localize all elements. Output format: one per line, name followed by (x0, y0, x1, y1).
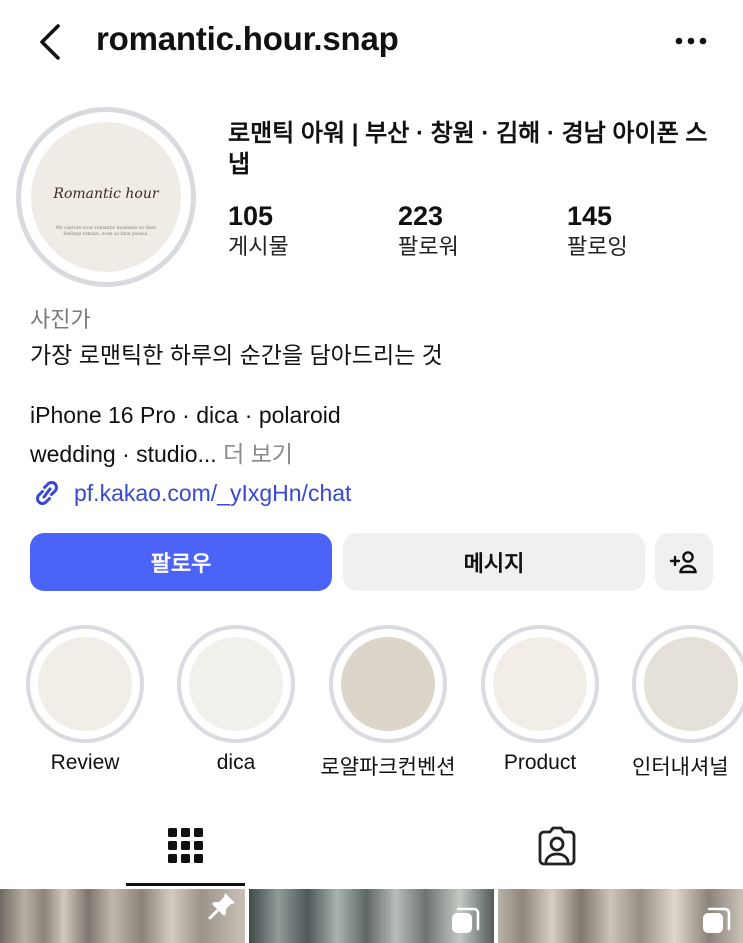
pin-icon (208, 893, 235, 920)
profile-category: 사진가 (30, 307, 91, 332)
grid-icon (168, 828, 203, 863)
carousel-icon (452, 907, 480, 933)
highlight-cover (341, 637, 435, 731)
follow-button[interactable]: 팔로우 (30, 533, 332, 591)
highlight-cover (644, 637, 738, 731)
stat-posts-count: 105 (228, 201, 274, 231)
post-thumbnail[interactable] (249, 889, 494, 943)
message-button[interactable]: 메시지 (343, 533, 645, 591)
highlight-ring[interactable] (329, 625, 447, 743)
avatar-logo-title: Romantic hour (53, 186, 159, 202)
stat-followers-count: 223 (398, 201, 444, 231)
suggest-people-button[interactable] (655, 533, 713, 591)
display-name: 로맨틱 아워 | 부산 · 창원 · 김해 · 경남 아이폰 스냅 (228, 120, 708, 178)
profile-username: romantic.hour.snap (96, 20, 399, 57)
top-bar: romantic.hour.snap (0, 0, 743, 84)
more-horizontal-icon (675, 37, 707, 45)
stat-following[interactable]: 145 팔로잉 (567, 200, 628, 262)
profile-link[interactable]: pf.kakao.com/_yIxgHn/chat (30, 477, 351, 509)
highlight-ring[interactable] (26, 625, 144, 743)
highlight-cover (493, 637, 587, 731)
stat-followers-label: 팔로워 (398, 234, 459, 259)
highlight-ring[interactable] (632, 625, 743, 743)
tab-posts-grid[interactable] (126, 806, 245, 888)
chevron-left-icon (40, 24, 60, 60)
highlight-label: 로얄파크컨벤션 (320, 756, 456, 779)
profile-avatar-ring[interactable]: Romantic hour We capture your romantic m… (16, 107, 196, 287)
tagged-person-icon (538, 826, 576, 866)
tab-tagged[interactable] (497, 806, 616, 888)
stat-following-label: 팔로잉 (567, 234, 628, 259)
post-thumbnail[interactable] (0, 889, 245, 943)
bio-line: 가장 로맨틱한 하루의 순간을 담아드리는 것 (30, 342, 443, 368)
bio-line: iPhone 16 Pro · dica · polaroid (30, 402, 341, 428)
active-tab-indicator (126, 883, 245, 886)
highlight-ring[interactable] (177, 625, 295, 743)
bio-line: wedding · studio... 더 보기 (30, 435, 293, 469)
carousel-icon (703, 907, 731, 933)
avatar-logo-subtitle: We capture your romantic moments so thei… (55, 226, 157, 237)
stat-posts[interactable]: 105 게시물 (228, 200, 289, 262)
stat-posts-label: 게시물 (228, 234, 289, 259)
highlight-label: Product (503, 751, 577, 774)
add-person-icon (669, 551, 697, 574)
highlight-ring[interactable] (481, 625, 599, 743)
stat-followers[interactable]: 223 팔로워 (398, 200, 459, 262)
avatar: Romantic hour We capture your romantic m… (31, 122, 181, 272)
highlight-label: 인터내셔널 (632, 756, 729, 779)
stat-following-count: 145 (567, 201, 613, 231)
highlight-label: dica (216, 751, 256, 774)
more-options-button[interactable] (670, 26, 714, 56)
link-icon (36, 481, 58, 505)
highlight-cover (38, 637, 132, 731)
back-button[interactable] (34, 22, 68, 62)
post-thumbnail[interactable] (498, 889, 743, 943)
profile-link-text: pf.kakao.com/_yIxgHn/chat (74, 479, 352, 506)
highlight-cover (189, 637, 283, 731)
see-more-link[interactable]: 더 보기 (223, 441, 293, 467)
highlight-label: Review (50, 751, 120, 774)
bio-line-text: wedding · studio... (30, 441, 217, 467)
